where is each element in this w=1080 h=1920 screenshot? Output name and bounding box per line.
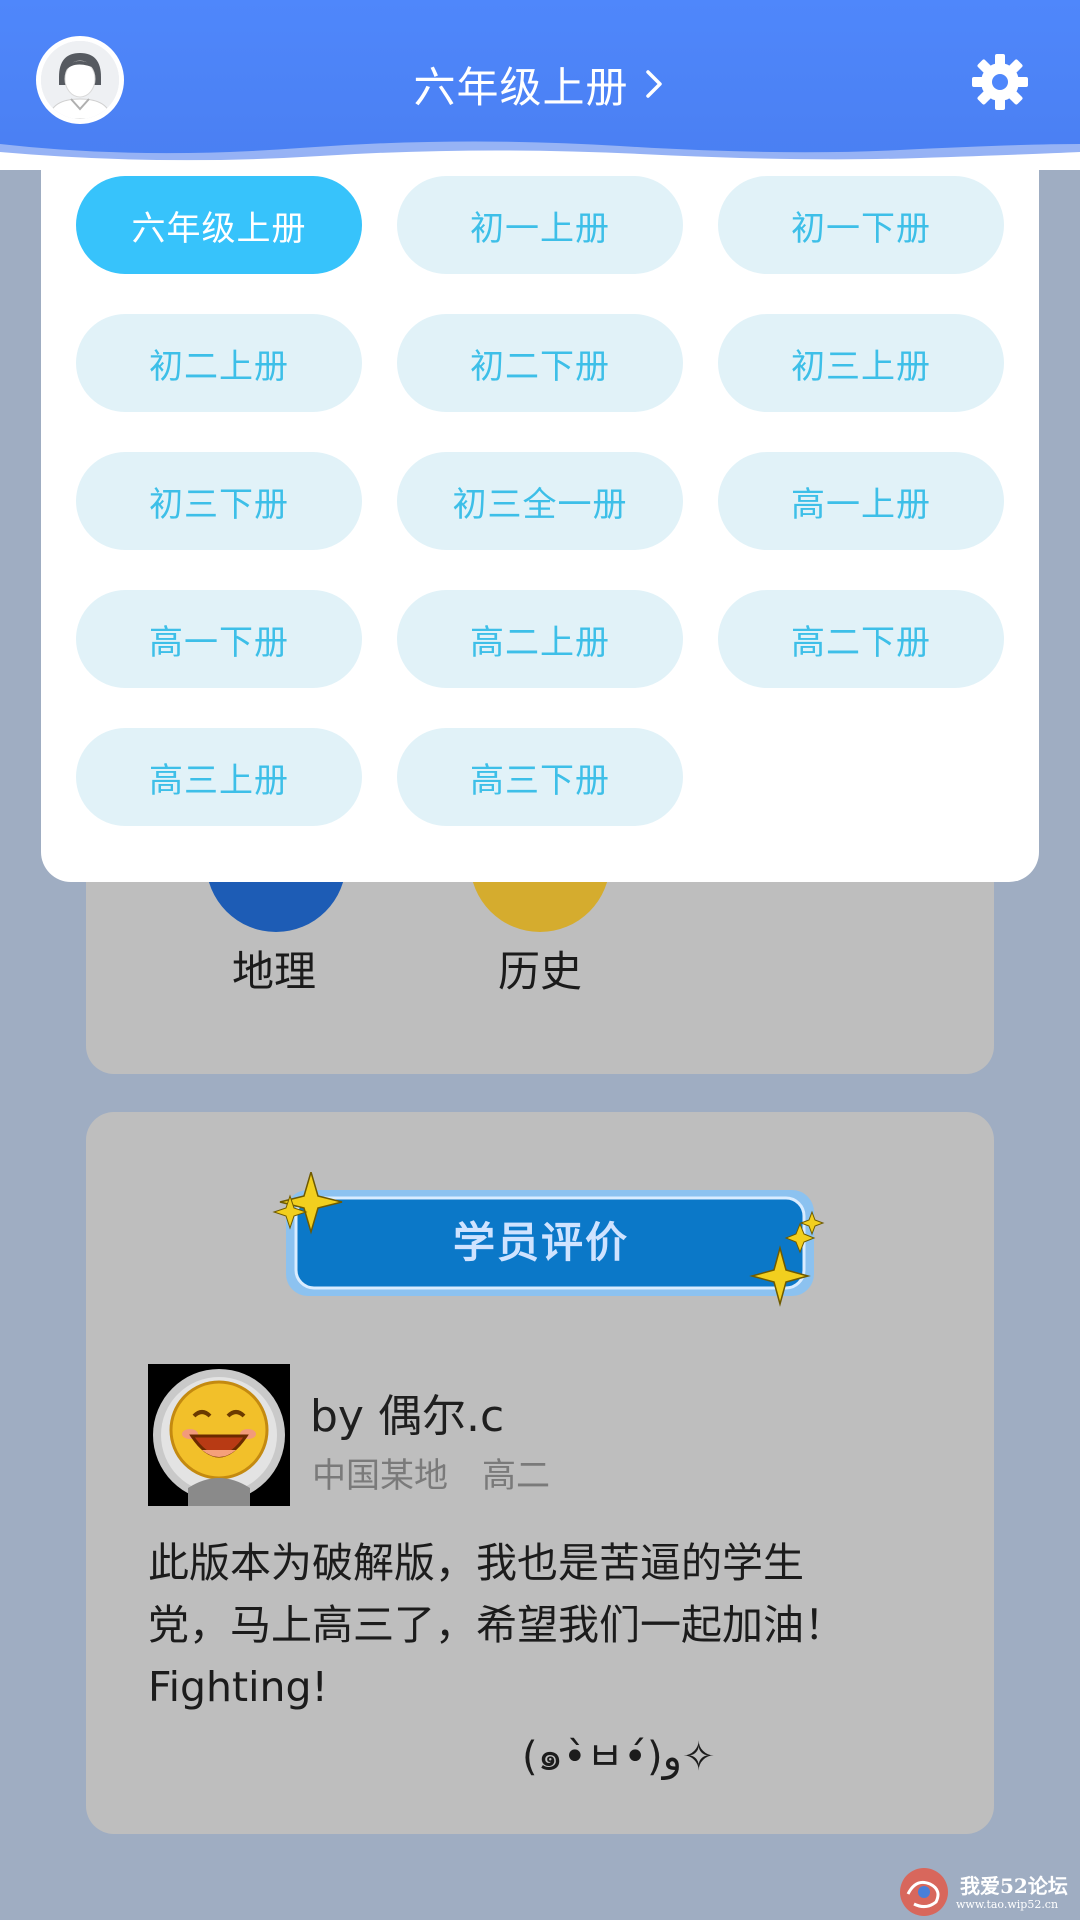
grade-option[interactable]: 初二上册 xyxy=(76,314,362,412)
reviewer-name: by 偶尔.c xyxy=(310,1391,505,1442)
chevron-right-icon xyxy=(645,70,662,98)
watermark-url: www.tao.wip52.cn xyxy=(956,1898,1059,1911)
laughing-face-icon xyxy=(153,1369,285,1506)
review-text-line: Fighting! xyxy=(148,1663,328,1711)
reviewer-grade: 高二 xyxy=(482,1456,550,1496)
review-card: 学员评价 by 偶尔.c 中国某地 高二 此版本为破解版，我也是苦逼的学生 党，马… xyxy=(86,1112,994,1834)
grade-option[interactable]: 高三下册 xyxy=(397,728,683,826)
reviewer-meta: 中国某地 高二 xyxy=(312,1448,550,1497)
reviewer-avatar xyxy=(148,1364,290,1506)
grade-dropdown-toggle[interactable]: 六年级上册 xyxy=(0,52,1080,116)
grade-option[interactable]: 高二上册 xyxy=(397,590,683,688)
review-text-line: 党，马上高三了，希望我们一起加油！ xyxy=(148,1601,845,1649)
grade-option[interactable]: 高三上册 xyxy=(76,728,362,826)
review-text-line: 此版本为破解版，我也是苦逼的学生 xyxy=(148,1539,804,1587)
grade-option[interactable]: 初一下册 xyxy=(718,176,1004,274)
watermark-text: 我爱52论坛 xyxy=(960,1874,1068,1898)
review-kaomoji: (๑•̀ㅂ•́)و✧ xyxy=(522,1734,716,1780)
current-grade-label: 六年级上册 xyxy=(413,62,629,112)
reviewer-location: 中国某地 xyxy=(312,1456,448,1496)
grade-option[interactable]: 初三全一册 xyxy=(397,452,683,550)
grade-option[interactable]: 高一上册 xyxy=(718,452,1004,550)
top-bar: 六年级上册 xyxy=(0,0,1080,170)
subject-geography-label[interactable]: 地理 xyxy=(174,938,374,999)
review-badge-title: 学员评价 xyxy=(452,1217,629,1267)
grade-option[interactable]: 初三下册 xyxy=(76,452,362,550)
header-wave xyxy=(0,141,1080,170)
review-text: 此版本为破解版，我也是苦逼的学生 党，马上高三了，希望我们一起加油！ Fight… xyxy=(148,1532,908,1718)
grade-option[interactable]: 初一上册 xyxy=(397,176,683,274)
grade-option-selected[interactable]: 六年级上册 xyxy=(76,176,362,274)
grade-selector-panel: 六年级上册 初一上册 初一下册 初二上册 初二下册 初三上册 初三下册 初三全一… xyxy=(41,120,1039,882)
subject-history-label[interactable]: 历史 xyxy=(440,938,640,999)
grade-option[interactable]: 初三上册 xyxy=(718,314,1004,412)
gear-icon[interactable] xyxy=(970,52,1030,112)
grade-option[interactable]: 高一下册 xyxy=(76,590,362,688)
grade-option[interactable]: 高二下册 xyxy=(718,590,1004,688)
grade-option[interactable]: 初二下册 xyxy=(397,314,683,412)
